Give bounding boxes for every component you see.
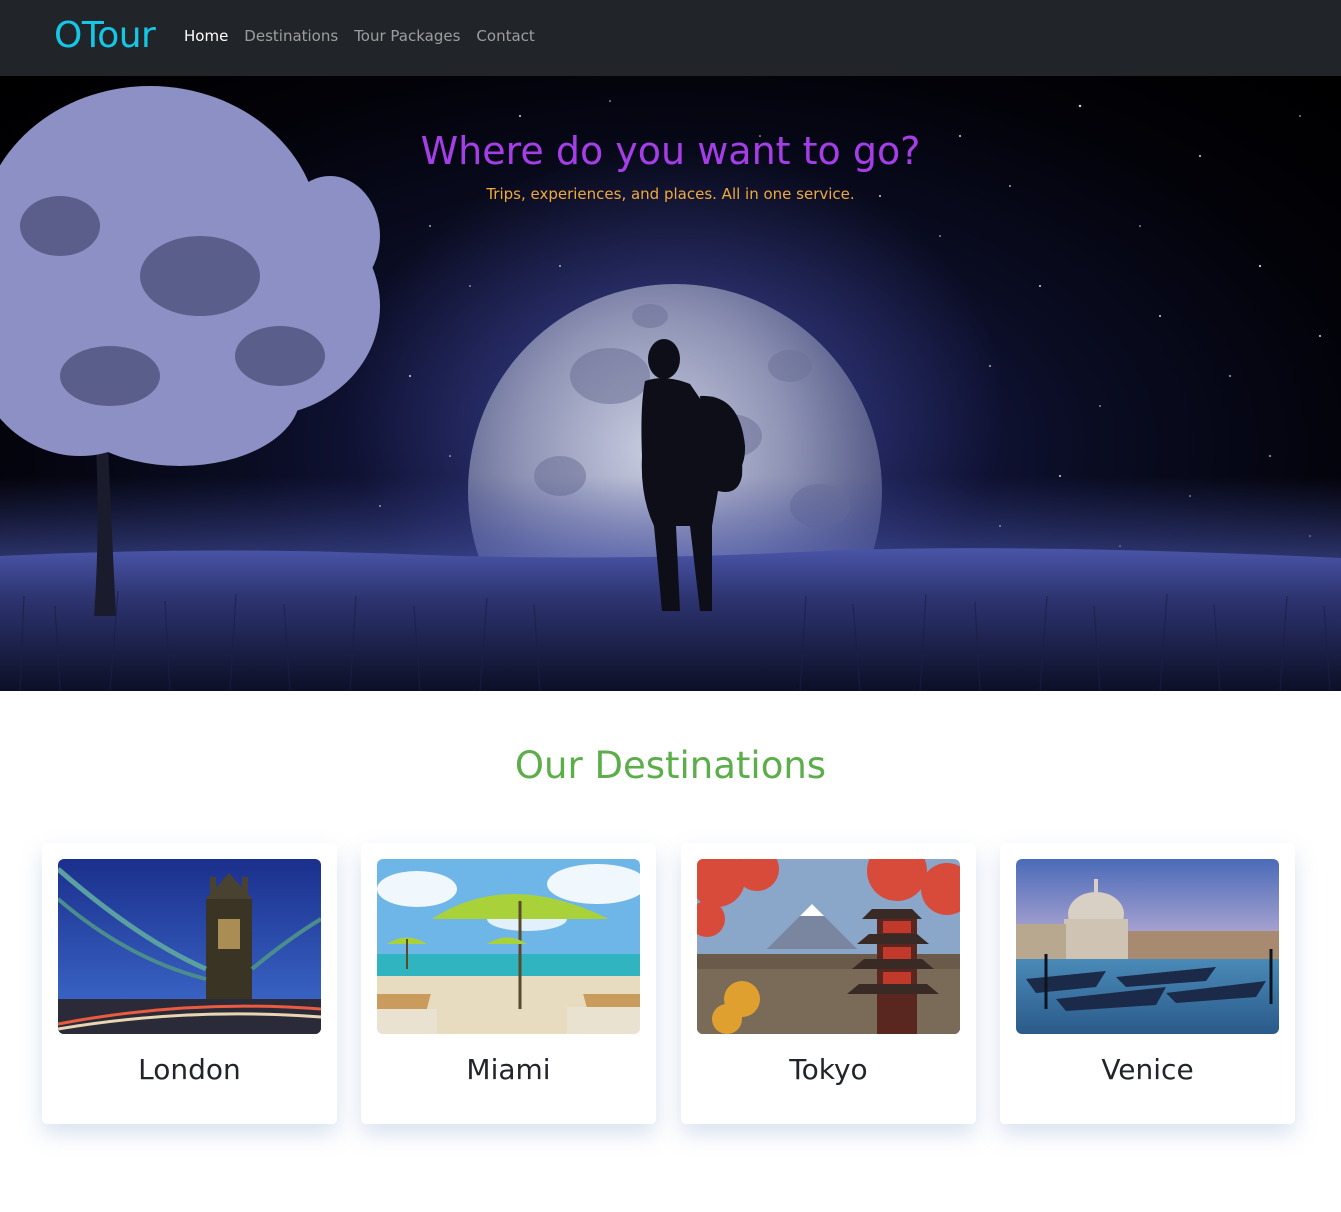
destinations-heading: Our Destinations [514,744,827,787]
hero-title: Where do you want to go? [420,129,921,173]
destination-name: Miami [466,1053,551,1086]
venice-image [1016,859,1279,1034]
navbar: OTour Home Destinations Tour Packages Co… [0,0,1341,76]
nav-link-contact[interactable]: Contact [468,26,542,46]
destination-name: Tokyo [789,1053,868,1086]
nav-links: Home Destinations Tour Packages Contact [176,26,543,46]
nav-link-home[interactable]: Home [176,26,236,46]
tokyo-image [697,859,960,1034]
destination-card-venice[interactable]: Venice [1000,843,1295,1124]
destination-card-london[interactable]: London [42,843,337,1124]
destination-card-miami[interactable]: Miami [361,843,656,1124]
hero-banner: Where do you want to go? Trips, experien… [0,76,1341,691]
destination-name: Venice [1101,1053,1194,1086]
london-image [58,859,321,1034]
miami-image [377,859,640,1034]
destination-name: London [138,1053,241,1086]
destination-card-tokyo[interactable]: Tokyo [681,843,976,1124]
hero-subtitle: Trips, experiences, and places. All in o… [486,185,855,203]
brand-logo[interactable]: OTour [54,12,156,60]
nav-link-tour-packages[interactable]: Tour Packages [346,26,468,46]
destination-cards: London Miami Tokyo Venice [42,843,1302,1124]
nav-link-destinations[interactable]: Destinations [236,26,346,46]
